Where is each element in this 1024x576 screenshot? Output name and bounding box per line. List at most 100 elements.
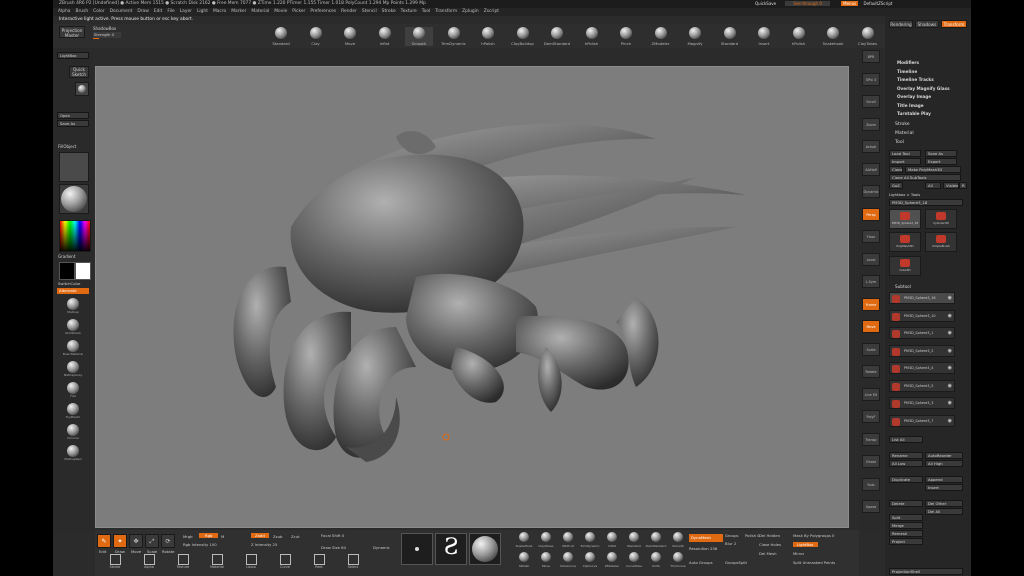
- rgb-toggle[interactable]: Rgb: [199, 533, 219, 538]
- shelf-dynamic-button[interactable]: Dynamic: [862, 185, 880, 198]
- subtool-visibility-icon[interactable]: ◉: [948, 365, 952, 371]
- mask-by-polygroups-slider[interactable]: Mask By Polygroups 0: [793, 533, 834, 538]
- subtool-insert-button[interactable]: Insert: [925, 484, 963, 491]
- subtool-merge-button[interactable]: Merge: [889, 522, 923, 529]
- bottom-brush-snakehook[interactable]: SnakeHook: [513, 532, 535, 548]
- bottom-select-button[interactable]: Select: [339, 554, 367, 569]
- subtool-append-button[interactable]: Append: [925, 476, 963, 483]
- subtool-all-high-button[interactable]: All High: [925, 460, 963, 467]
- alternate-toggle[interactable]: Alternate: [57, 288, 89, 294]
- tool-make-polymesh3d-button[interactable]: Make PolyMesh3D: [905, 166, 961, 173]
- menu-color[interactable]: Color: [93, 9, 104, 14]
- menu-alpha[interactable]: Alpha: [58, 9, 70, 14]
- subtool-visibility-icon[interactable]: ◉: [948, 313, 952, 319]
- bottom-brush-claytubes[interactable]: ClayTubes: [535, 532, 557, 548]
- menu-material[interactable]: Material: [251, 9, 269, 14]
- subtool-delete-button[interactable]: Delete: [889, 500, 923, 507]
- brush-trimdynamic-5[interactable]: TrimDynamic: [440, 27, 468, 46]
- shelf-frame-button[interactable]: Frame: [862, 297, 880, 311]
- shelf-move-button[interactable]: Move: [862, 320, 880, 333]
- bottom-brush-mahcut[interactable]: MAHcut: [557, 532, 579, 548]
- menu-stencil[interactable]: Stencil: [362, 9, 377, 14]
- tool-goz-button[interactable]: GoZ: [889, 182, 903, 189]
- menu-picker[interactable]: Picker: [292, 9, 305, 14]
- tool-clone-all-subtools-button[interactable]: Clone All SubTools: [889, 174, 961, 181]
- current-tool-slider[interactable]: PM3D_Sphere3_18: [889, 199, 963, 206]
- document-canvas[interactable]: [95, 66, 849, 528]
- shelf-line-fill-button[interactable]: Line Fill: [862, 387, 880, 401]
- shelf-zoom-button[interactable]: Zoom: [862, 117, 880, 131]
- menu-preferences[interactable]: Preferences: [310, 9, 336, 14]
- tool-save-as-button[interactable]: Save As: [925, 150, 957, 157]
- seethrough-slider[interactable]: See-through 0: [785, 1, 830, 6]
- subtool-del-all-button[interactable]: Del All: [925, 508, 963, 515]
- bottom-material-button[interactable]: Material: [203, 554, 231, 569]
- shelf-aahalf-button[interactable]: AAHalf: [862, 162, 880, 176]
- switch-color-label[interactable]: SwitchColor: [58, 281, 80, 286]
- groups-split-button[interactable]: GroupsSplit: [725, 560, 747, 565]
- transform-button[interactable]: Transform: [941, 20, 967, 28]
- brush-hpolish-15[interactable]: hPolish: [785, 27, 813, 46]
- menu-item-timeline-tracks[interactable]: Timeline Tracks: [897, 77, 971, 82]
- subtool-duplicate-button[interactable]: Duplicate: [889, 476, 923, 483]
- mirror-button[interactable]: Mirror: [793, 551, 804, 556]
- draw-size-slider[interactable]: Draw Size 64: [321, 545, 346, 550]
- del-mesh-button[interactable]: Del Mesh: [759, 551, 777, 556]
- default-zscript-button[interactable]: DefaultZScript: [864, 1, 893, 6]
- secondary-color-swatch[interactable]: [59, 262, 75, 280]
- subtool-visibility-icon[interactable]: ◉: [948, 418, 952, 424]
- brush-hpolish-9[interactable]: hPolish: [578, 27, 606, 46]
- subtool-auto-reorder-button[interactable]: AutoReorder: [925, 452, 963, 459]
- material-basicmaterial[interactable]: BasicMaterial: [63, 340, 83, 356]
- lightbox-tools-label[interactable]: Lightbox > Tools: [889, 192, 967, 197]
- tool-thumb-simplebrush[interactable]: SimpleBrush: [925, 232, 957, 252]
- subtool-split-button[interactable]: Split: [889, 514, 923, 521]
- brush-damstandard-8[interactable]: DamStandard: [543, 27, 571, 46]
- bottom-rect-button[interactable]: Rect: [305, 554, 333, 569]
- brush-zmodeler-11[interactable]: ZModeler: [647, 27, 675, 46]
- groups-toggle[interactable]: Groups: [725, 533, 739, 538]
- split-unmasked-points-button[interactable]: Split Unmasked Points: [793, 560, 835, 565]
- shelf-scroll-button[interactable]: Scroll: [862, 95, 880, 108]
- brush-pinch-10[interactable]: Pinch: [612, 27, 640, 46]
- menu-light[interactable]: Light: [197, 9, 208, 14]
- menu-item-overlay-magnify-glass[interactable]: Overlay Magnify Glass: [897, 86, 971, 91]
- menu-macro[interactable]: Macro: [213, 9, 226, 14]
- subtool-row[interactable]: PM3D_Sphere3_10 ◉: [889, 309, 955, 322]
- tool-thumb-cylinder3d[interactable]: Cylinder3D: [925, 209, 957, 229]
- menu-zplugin[interactable]: Zplugin: [462, 9, 479, 14]
- mrgb-toggle[interactable]: Mrgb: [183, 534, 193, 539]
- menu-tool[interactable]: Tool: [422, 9, 431, 14]
- tool-all-button[interactable]: All: [925, 182, 941, 189]
- move-button[interactable]: ✥: [129, 534, 143, 548]
- menu-marker[interactable]: Marker: [231, 9, 246, 14]
- menu-texture[interactable]: Texture: [401, 9, 417, 14]
- menu-item-timeline[interactable]: Timeline: [897, 69, 971, 74]
- subtool-all-low-button[interactable]: All Low: [889, 460, 923, 467]
- menus-toggle[interactable]: Menus: [841, 1, 859, 6]
- bottom-brush-standard[interactable]: Standard: [623, 532, 645, 548]
- menu-item-modifiers[interactable]: Modifiers: [897, 60, 971, 65]
- stroke-preview[interactable]: [401, 533, 433, 565]
- subtool-row[interactable]: PM3D_Sphere3_4 ◉: [889, 362, 955, 374]
- alpha-preview[interactable]: Ƨ: [435, 533, 467, 565]
- bottom-brush-zmodeler[interactable]: ZModeler: [601, 552, 623, 568]
- color-picker[interactable]: [59, 220, 91, 252]
- zsub-toggle[interactable]: Zsub: [273, 534, 282, 539]
- shelf-xpose-button[interactable]: Xpose: [862, 500, 880, 513]
- menu-draw[interactable]: Draw: [137, 9, 148, 14]
- subtool-rename-button[interactable]: Rename: [889, 452, 923, 459]
- save-as-button[interactable]: Save As: [57, 120, 89, 127]
- zcut-toggle[interactable]: Zcut: [291, 534, 300, 539]
- bottom-curve-button[interactable]: Curve: [271, 554, 299, 569]
- open-button[interactable]: Open: [57, 112, 89, 119]
- brush-clay-1[interactable]: Clay: [302, 27, 330, 46]
- projection-master-button[interactable]: Projection Master: [59, 26, 85, 38]
- zadd-toggle[interactable]: Zadd: [251, 533, 269, 538]
- subtool-visibility-icon[interactable]: ◉: [948, 400, 952, 406]
- brush-standard-0[interactable]: Standard: [267, 27, 295, 46]
- primary-color-swatch[interactable]: [75, 262, 91, 280]
- blur-slider[interactable]: Blur 2: [725, 541, 736, 546]
- material-flat[interactable]: Flat: [65, 382, 81, 398]
- lightbox-toggle[interactable]: LightBox: [793, 542, 818, 547]
